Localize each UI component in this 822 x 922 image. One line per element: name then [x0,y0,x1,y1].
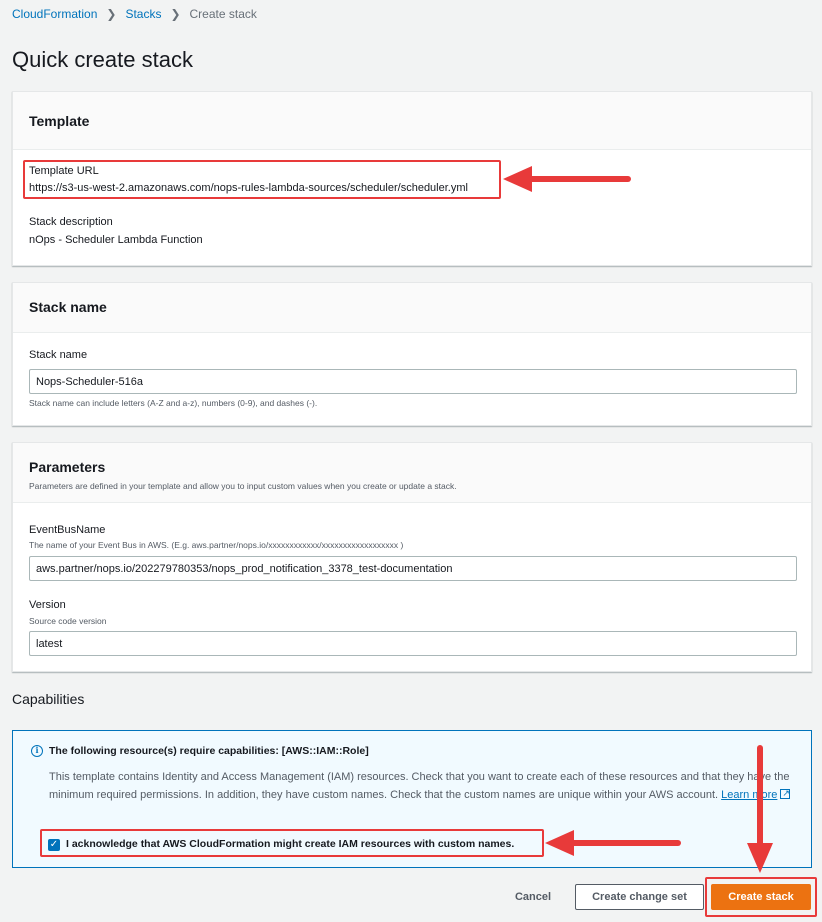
capabilities-title: Capabilities [12,691,85,707]
capabilities-description: This template contains Identity and Acce… [49,771,790,801]
checkmark-icon: ✓ [49,839,59,850]
version-label: Version [29,599,66,611]
breadcrumb-stacks[interactable]: Stacks [125,7,161,21]
eventbusname-hint: The name of your Event Bus in AWS. (E.g.… [29,540,404,550]
acknowledge-checkbox[interactable]: ✓ [48,839,60,851]
stack-name-panel-title: Stack name [29,299,107,315]
breadcrumb: CloudFormation ❯ Stacks ❯ Create stack [12,7,257,21]
capabilities-text: This template contains Identity and Acce… [49,768,809,804]
capabilities-heading: The following resource(s) require capabi… [49,745,369,757]
info-icon: i [31,745,43,757]
chevron-right-icon: ❯ [170,7,181,21]
learn-more-link[interactable]: Learn more [721,784,791,802]
breadcrumb-cloudformation[interactable]: CloudFormation [12,7,97,21]
cancel-button[interactable]: Cancel [504,887,562,907]
external-link-icon [780,784,791,802]
parameters-panel-header: Parameters Parameters are defined in you… [13,443,811,503]
stack-name-panel-header: Stack name [13,283,811,333]
chevron-right-icon: ❯ [106,7,117,21]
version-hint: Source code version [29,616,107,626]
template-panel-header: Template [13,92,811,150]
template-panel: Template Template URL https://s3-us-west… [12,91,812,266]
eventbusname-label: EventBusName [29,524,106,536]
eventbusname-input[interactable]: aws.partner/nops.io/202279780353/nops_pr… [29,556,797,581]
stack-name-panel: Stack name Stack name Nops-Scheduler-516… [12,282,812,426]
parameters-panel-title: Parameters [29,459,106,475]
learn-more-label: Learn more [721,789,778,801]
parameters-panel-subtitle: Parameters are defined in your template … [29,481,457,491]
create-change-set-button[interactable]: Create change set [575,884,704,910]
create-stack-button[interactable]: Create stack [711,884,811,910]
template-panel-title: Template [29,113,90,129]
stack-name-input[interactable]: Nops-Scheduler-516a [29,369,797,394]
version-input[interactable]: latest [29,631,797,656]
stack-name-hint: Stack name can include letters (A-Z and … [29,398,318,408]
template-url-label: Template URL [29,165,99,177]
template-url-value: https://s3-us-west-2.amazonaws.com/nops-… [29,182,468,194]
stack-name-label: Stack name [29,349,88,361]
stack-description-value: nOps - Scheduler Lambda Function [29,234,203,246]
page-title: Quick create stack [12,47,193,72]
acknowledge-label[interactable]: I acknowledge that AWS CloudFormation mi… [66,838,514,850]
breadcrumb-current: Create stack [189,7,257,21]
parameters-panel: Parameters Parameters are defined in you… [12,442,812,672]
stack-description-label: Stack description [29,216,113,228]
